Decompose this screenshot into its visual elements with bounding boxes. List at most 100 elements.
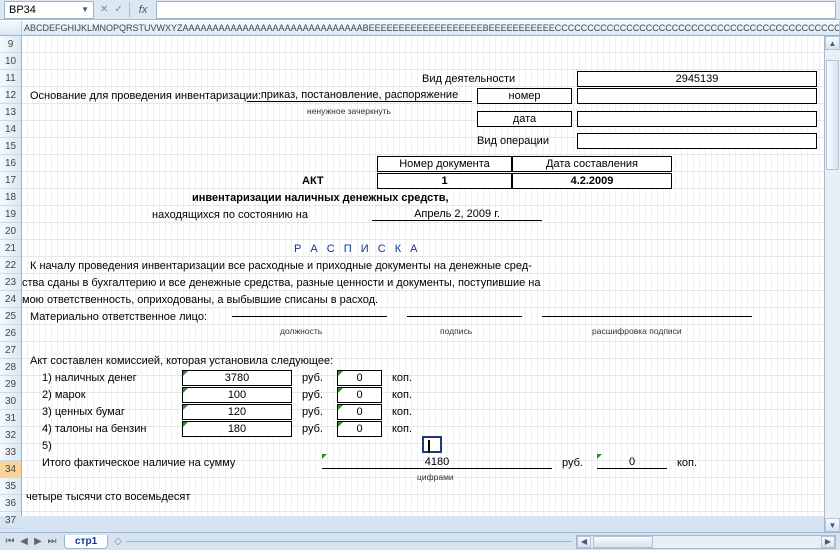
item2-kop[interactable]: 0 bbox=[337, 387, 382, 403]
label-activity-type: Вид деятельности bbox=[422, 73, 515, 85]
as-of-label: находящихся по состоянию на bbox=[152, 209, 308, 221]
sheet-tab-active[interactable]: стр1 bbox=[64, 535, 108, 549]
row-header-30[interactable]: 30 bbox=[0, 393, 21, 410]
new-sheet-icon[interactable]: ◇ bbox=[114, 536, 122, 547]
row-header-21[interactable]: 21 bbox=[0, 240, 21, 257]
item4-label: 4) талоны на бензин bbox=[42, 423, 146, 435]
doc-number-header: Номер документа bbox=[377, 156, 512, 172]
row-header-15[interactable]: 15 bbox=[0, 138, 21, 155]
sheet-tabs-bar: ⏮ ◀ ▶ ⏭ стр1 ◇ ◀ ▶ bbox=[0, 532, 840, 550]
name-box[interactable]: BP34 ▼ bbox=[4, 1, 94, 19]
resp-person-label: Материально ответственное лицо: bbox=[30, 311, 207, 323]
formula-icons: ✕ ✓ bbox=[100, 4, 123, 15]
item3-rub[interactable]: 120 bbox=[182, 404, 292, 420]
fx-icon[interactable]: fx bbox=[136, 4, 151, 16]
tab-prev-icon[interactable]: ◀ bbox=[18, 536, 30, 547]
row-header-25[interactable]: 25 bbox=[0, 308, 21, 325]
scroll-thumb[interactable] bbox=[826, 60, 839, 170]
item5-label: 5) bbox=[42, 440, 52, 452]
raspiska-title: Р А С П И С К А bbox=[294, 243, 421, 255]
resp-post-line[interactable] bbox=[232, 316, 387, 317]
cancel-icon[interactable]: ✕ bbox=[100, 4, 108, 15]
text-caret bbox=[428, 440, 430, 453]
row-header-20[interactable]: 20 bbox=[0, 223, 21, 240]
item1-label: 1) наличных денег bbox=[42, 372, 137, 384]
item3-kop[interactable]: 0 bbox=[337, 404, 382, 420]
date-value-cell[interactable] bbox=[577, 111, 817, 127]
doc-date-value: 4.2.2009 bbox=[512, 173, 672, 189]
label-basis: Основание для проведения инвентаризации: bbox=[30, 90, 261, 102]
tab-last-icon[interactable]: ⏭ bbox=[46, 536, 58, 547]
column-letters[interactable]: ABCDEFGHIJKLMNOPQRSTUVWXYZAAAAAAAAAAAAAA… bbox=[22, 21, 840, 35]
column-headers[interactable]: ABCDEFGHIJKLMNOPQRSTUVWXYZAAAAAAAAAAAAAA… bbox=[0, 20, 840, 36]
item2-label: 2) марок bbox=[42, 389, 86, 401]
item2-rub[interactable]: 100 bbox=[182, 387, 292, 403]
name-box-value: BP34 bbox=[9, 4, 36, 16]
select-all-corner[interactable] bbox=[0, 21, 22, 35]
row-header-10[interactable]: 10 bbox=[0, 53, 21, 70]
row-header-33[interactable]: 33 bbox=[0, 444, 21, 461]
label-date: дата bbox=[477, 111, 572, 127]
vertical-scrollbar[interactable]: ▲ ▼ bbox=[824, 36, 840, 532]
para-line-3: мою ответственность, оприходованы, а выб… bbox=[22, 294, 378, 306]
item1-rub[interactable]: 3780 bbox=[182, 370, 292, 386]
scroll-track[interactable] bbox=[825, 50, 840, 518]
row-header-28[interactable]: 28 bbox=[0, 359, 21, 376]
as-of-date: Апрель 2, 2009 г. bbox=[372, 208, 542, 221]
scroll-left-icon[interactable]: ◀ bbox=[577, 536, 591, 548]
item1-kop[interactable]: 0 bbox=[337, 370, 382, 386]
row-header-27[interactable]: 27 bbox=[0, 342, 21, 359]
row-headers[interactable]: 9101112131415161718192021222324252627282… bbox=[0, 36, 22, 516]
row-header-12[interactable]: 12 bbox=[0, 87, 21, 104]
row-header-23[interactable]: 23 bbox=[0, 274, 21, 291]
row-header-11[interactable]: 11 bbox=[0, 70, 21, 87]
row-header-31[interactable]: 31 bbox=[0, 410, 21, 427]
row-header-14[interactable]: 14 bbox=[0, 121, 21, 138]
post-caption: должность bbox=[280, 326, 322, 336]
label-operation-type: Вид операции bbox=[477, 135, 549, 147]
active-cell[interactable] bbox=[422, 436, 442, 453]
worksheet[interactable]: Вид деятельности 2945139 Основание для п… bbox=[22, 36, 840, 516]
scroll-up-icon[interactable]: ▲ bbox=[825, 36, 840, 50]
tab-next-icon[interactable]: ▶ bbox=[32, 536, 44, 547]
akt-title: инвентаризации наличных денежных средств… bbox=[192, 192, 449, 204]
hscroll-thumb[interactable] bbox=[593, 536, 653, 548]
row-header-16[interactable]: 16 bbox=[0, 155, 21, 172]
row-header-35[interactable]: 35 bbox=[0, 478, 21, 495]
resp-sign-line[interactable] bbox=[407, 316, 522, 317]
commission-label: Акт составлен комиссией, которая установ… bbox=[30, 355, 333, 367]
row-header-19[interactable]: 19 bbox=[0, 206, 21, 223]
row-header-26[interactable]: 26 bbox=[0, 325, 21, 342]
item4-kop[interactable]: 0 bbox=[337, 421, 382, 437]
total-label: Итого фактическое наличие на сумму bbox=[42, 457, 235, 469]
scroll-right-icon[interactable]: ▶ bbox=[821, 536, 835, 548]
row-header-17[interactable]: 17 bbox=[0, 172, 21, 189]
akt-label: АКТ bbox=[302, 175, 324, 187]
item3-label: 3) ценных бумаг bbox=[42, 406, 125, 418]
name-box-dropdown-icon[interactable]: ▼ bbox=[81, 5, 89, 14]
decode-caption: расшифровка подписи bbox=[592, 326, 682, 336]
sign-caption: подпись bbox=[440, 326, 472, 336]
digits-caption: цифрами bbox=[417, 472, 454, 482]
row-header-22[interactable]: 22 bbox=[0, 257, 21, 274]
tab-first-icon[interactable]: ⏮ bbox=[4, 536, 16, 547]
item4-rub[interactable]: 180 bbox=[182, 421, 292, 437]
row-header-13[interactable]: 13 bbox=[0, 104, 21, 121]
operation-value-cell[interactable] bbox=[577, 133, 817, 149]
row-header-18[interactable]: 18 bbox=[0, 189, 21, 206]
row-header-34[interactable]: 34 bbox=[0, 461, 21, 478]
row-header-9[interactable]: 9 bbox=[0, 36, 21, 53]
row-header-36[interactable]: 36 bbox=[0, 495, 21, 512]
doc-date-header: Дата составления bbox=[512, 156, 672, 172]
horizontal-scrollbar[interactable]: ◀ ▶ bbox=[576, 535, 836, 549]
formula-input[interactable] bbox=[156, 1, 836, 19]
row-header-29[interactable]: 29 bbox=[0, 376, 21, 393]
amount-words: четыре тысячи сто восемьдесят bbox=[26, 491, 190, 503]
row-header-24[interactable]: 24 bbox=[0, 291, 21, 308]
order-underline: приказ, постановление, распоряжение bbox=[247, 89, 472, 102]
row-header-32[interactable]: 32 bbox=[0, 427, 21, 444]
scroll-down-icon[interactable]: ▼ bbox=[825, 518, 840, 532]
row-header-37[interactable]: 37 bbox=[0, 512, 21, 529]
resp-decode-line[interactable] bbox=[542, 316, 752, 317]
enter-icon[interactable]: ✓ bbox=[114, 4, 122, 15]
